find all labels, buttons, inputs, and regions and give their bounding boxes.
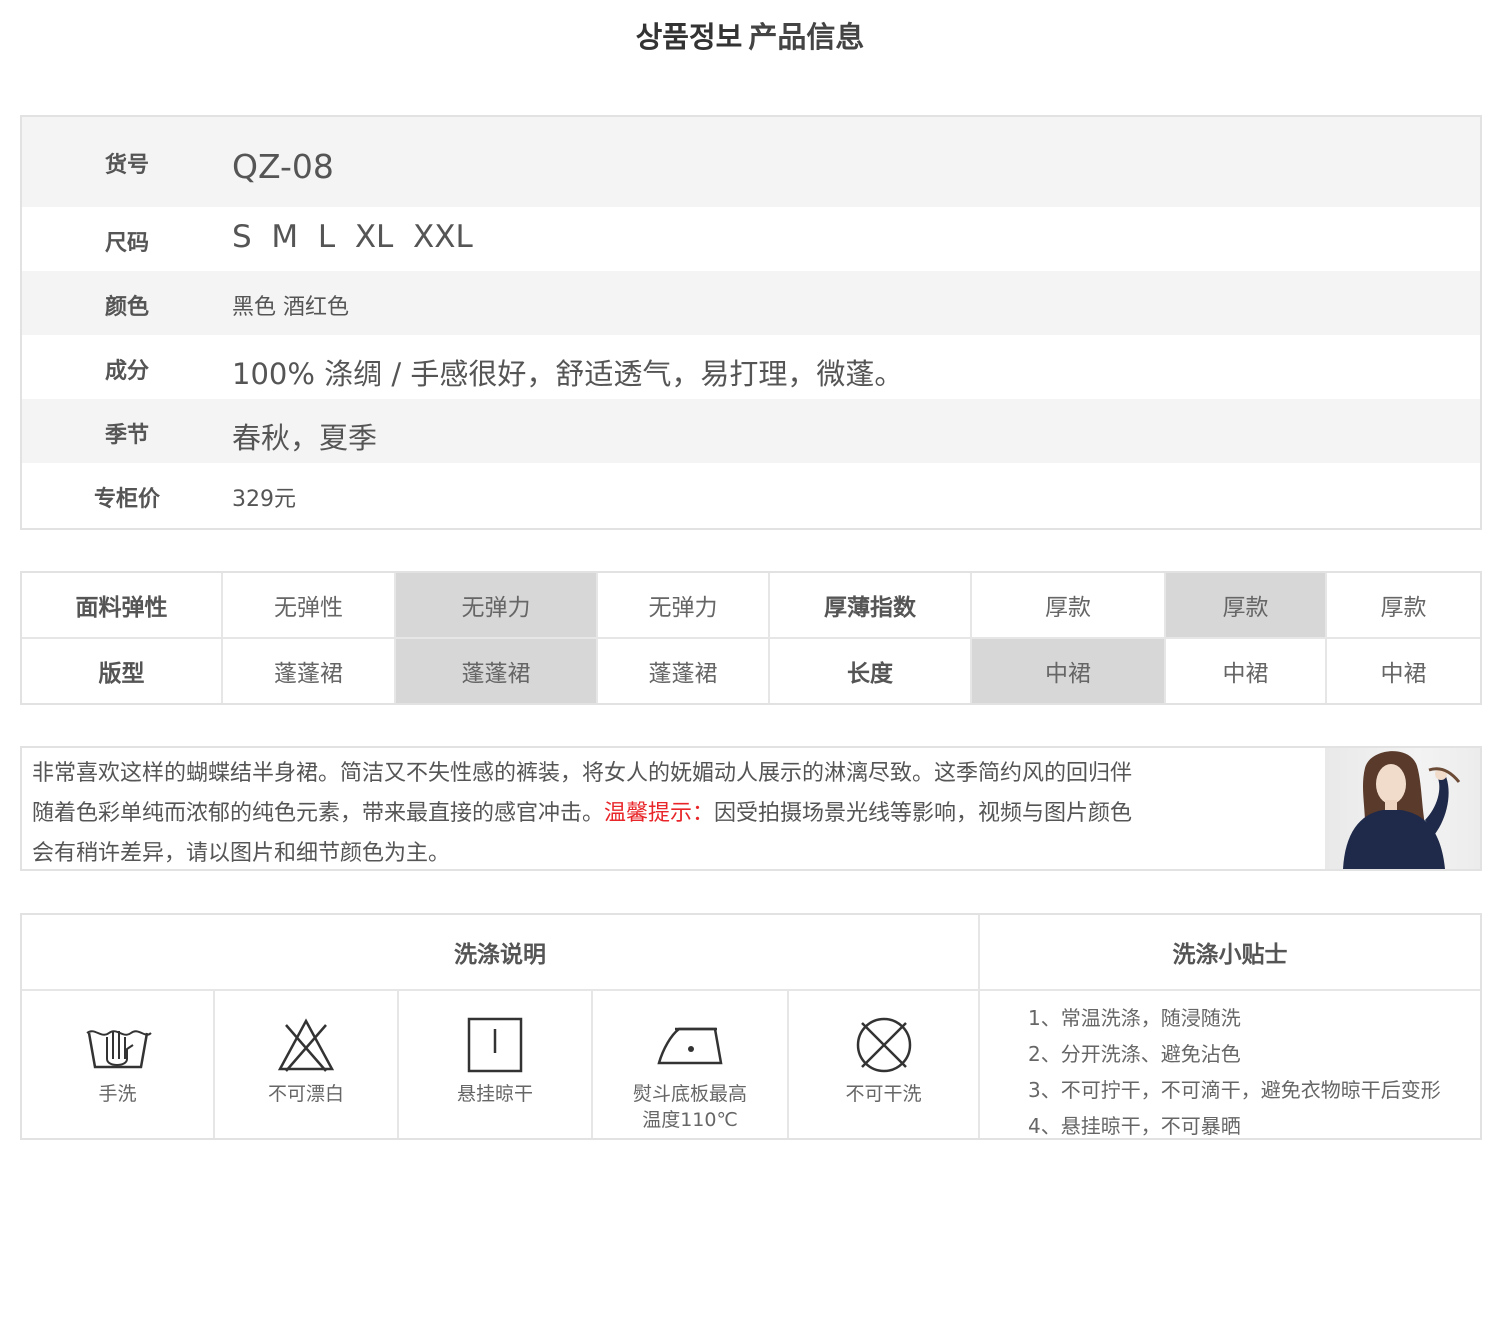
tip-item: 2、分开洗涤、避免沾色: [1028, 1042, 1241, 1066]
info-value: S M L XL XXL: [232, 219, 473, 255]
attr-option: 中裙: [1166, 639, 1327, 703]
wash-label-line: 熨斗底板最高: [632, 1083, 747, 1105]
wash-header-tips: 洗涤小贴士: [1172, 942, 1288, 968]
info-label: 颜色: [104, 295, 149, 320]
hang-dry-icon: [467, 1017, 523, 1073]
wash-header-instructions: 洗涤说明: [454, 942, 546, 968]
info-value: 100% 涤绸 / 手感很好，舒适透气，易打理，微蓬。: [232, 357, 904, 391]
attr-label-length: 长度: [770, 639, 972, 703]
description-line-3: 会有稍许差异，请以图片和细节颜色为主。: [32, 841, 451, 866]
tip-item: 1、常温洗涤，随浸随洗: [1028, 1006, 1241, 1030]
wash-label: 不可漂白: [267, 1083, 344, 1105]
info-label: 季节: [104, 423, 149, 448]
wash-label: 不可干洗: [845, 1083, 922, 1105]
info-value: QZ-08: [232, 147, 334, 186]
warm-tip-label: 温馨提示：: [604, 801, 715, 826]
wash-item-no-dry-clean: 不可干洗: [789, 991, 978, 1140]
product-description: 非常喜欢这样的蝴蝶结半身裙。简洁又不失性感的裤装，将女人的妩媚动人展示的淋漓尽致…: [20, 746, 1482, 871]
wash-label: 手洗: [98, 1083, 137, 1105]
attr-option-selected: 中裙: [972, 639, 1166, 703]
info-row-size: 尺码 S M L XL XXL: [22, 207, 1480, 271]
info-value: 春秋，夏季: [232, 421, 378, 455]
info-row-price: 专柜价 329元: [22, 463, 1480, 528]
attr-option: 蓬蓬裙: [598, 639, 770, 703]
attr-option-selected: 厚款: [1166, 573, 1327, 637]
title-chinese: 产品信息: [748, 20, 865, 54]
wash-item-hand-wash: 手洗: [22, 991, 213, 1140]
description-text-segment: 随着色彩单纯而浓郁的纯色元素，带来最直接的感官冲击。: [32, 801, 605, 826]
info-label: 尺码: [104, 231, 149, 256]
washing-tips-list: 1、常温洗涤，随浸随洗 2、分开洗涤、避免沾色 3、不可拧干，不可滴干，避免衣物…: [1028, 1000, 1441, 1144]
attr-label-fit: 版型: [22, 639, 223, 703]
page-title: 상품정보 产品信息: [0, 14, 1500, 56]
attr-label-elasticity: 面料弹性: [22, 573, 223, 637]
description-text-segment: 因受拍摄场景光线等影响，视频与图片颜色: [714, 801, 1133, 826]
iron-icon: [657, 1027, 723, 1065]
info-row-material: 成分 100% 涤绸 / 手感很好，舒适透气，易打理，微蓬。: [22, 335, 1480, 399]
info-row-season: 季节 春秋，夏季: [22, 399, 1480, 463]
title-korean: 상품정보: [635, 20, 743, 54]
wash-label: 悬挂晾干: [456, 1083, 533, 1105]
attribute-grid: 面料弹性 无弹性 无弹力 无弹力 厚薄指数 厚款 厚款 厚款 版型 蓬蓬裙 蓬蓬…: [20, 571, 1482, 705]
attr-option: 无弹性: [223, 573, 396, 637]
info-row-item-number: 货号 QZ-08: [22, 117, 1480, 207]
description-line-2: 随着色彩单纯而浓郁的纯色元素，带来最直接的感官冲击。温馨提示：因受拍摄场景光线等…: [32, 794, 1262, 834]
info-label: 成分: [104, 359, 149, 384]
wash-item-iron: 熨斗底板最高 温度110℃: [593, 991, 787, 1140]
attr-option: 蓬蓬裙: [223, 639, 396, 703]
attr-option: 厚款: [972, 573, 1166, 637]
description-line-1: 非常喜欢这样的蝴蝶结半身裙。简洁又不失性感的裤装，将女人的妩媚动人展示的淋漓尽致…: [32, 761, 1133, 786]
model-photo: [1325, 748, 1480, 869]
description-text: 非常喜欢这样的蝴蝶结半身裙。简洁又不失性感的裤装，将女人的妩媚动人展示的淋漓尽致…: [32, 754, 1262, 874]
info-value: 黑色 酒红色: [232, 295, 349, 320]
attr-option: 无弹力: [598, 573, 770, 637]
attr-option-selected: 蓬蓬裙: [396, 639, 598, 703]
divider: [978, 915, 980, 1138]
info-value: 329元: [232, 487, 296, 512]
wash-label: 熨斗底板最高 温度110℃: [593, 1081, 787, 1133]
no-bleach-icon: [277, 1018, 335, 1072]
product-info-table: 货号 QZ-08 尺码 S M L XL XXL 颜色 黑色 酒红色 成分 10…: [20, 115, 1482, 530]
attr-label-thickness: 厚薄指数: [770, 573, 972, 637]
attr-option: 厚款: [1380, 595, 1427, 621]
info-label: 专柜价: [93, 487, 160, 512]
info-label: 货号: [104, 153, 149, 178]
wash-item-hang-dry: 悬挂晾干: [399, 991, 591, 1140]
attr-option: 中裙: [1380, 661, 1427, 687]
info-row-color: 颜色 黑色 酒红色: [22, 271, 1480, 335]
attr-option-selected: 无弹力: [396, 573, 598, 637]
tip-item: 3、不可拧干，不可滴干，避免衣物晾干后变形: [1028, 1078, 1441, 1102]
hand-wash-icon: [85, 1030, 152, 1069]
wash-label-line: 温度110℃: [642, 1109, 738, 1131]
no-dry-clean-icon: [856, 1017, 911, 1073]
wash-item-no-bleach: 不可漂白: [215, 991, 397, 1140]
tip-item: 4、悬挂晾干，不可暴晒: [1028, 1114, 1241, 1138]
